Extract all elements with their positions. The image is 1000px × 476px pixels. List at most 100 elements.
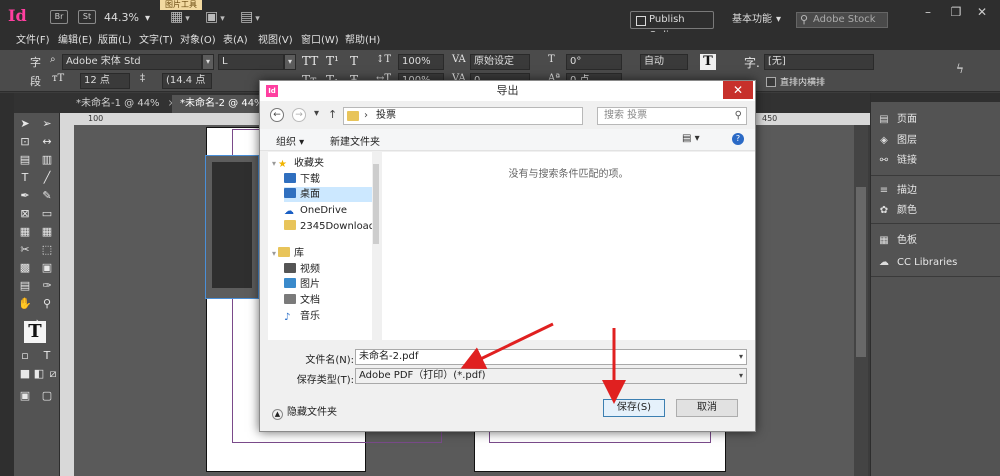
formatting-text-icon[interactable]: T [40, 349, 54, 363]
table-tool-icon[interactable]: ▦ [18, 225, 32, 239]
vertical-scale-field[interactable]: 100% [398, 54, 444, 70]
menu-file[interactable]: 文件(F) [16, 32, 50, 50]
tree-item-downloads[interactable]: 下载 [284, 172, 376, 187]
font-family-dropdown[interactable]: ▾ [202, 54, 214, 70]
kerning-field[interactable]: 原始设定 [470, 54, 530, 70]
note-tool-icon[interactable]: ▤ [18, 279, 32, 293]
help-icon[interactable]: ? [732, 133, 744, 145]
canvas-scrollbar[interactable] [854, 125, 868, 476]
content-placer-icon[interactable]: ▥ [40, 153, 54, 167]
tree-item-videos[interactable]: 视频 [284, 262, 376, 277]
language-field[interactable]: 自动 [640, 54, 688, 70]
tree-item-onedrive[interactable]: ☁ OneDrive [284, 203, 376, 218]
close-window-icon[interactable]: ✕ [972, 4, 992, 20]
quick-apply-icon[interactable]: ϟ [956, 62, 964, 76]
save-button[interactable]: 保存(S) [603, 399, 665, 417]
forward-icon[interactable]: → [292, 108, 306, 122]
panel-links[interactable]: ⚯ 链接 [877, 152, 917, 170]
filetype-select[interactable]: Adobe PDF（打印）(*.pdf) ▾ [355, 368, 747, 384]
back-icon[interactable]: ← [270, 108, 284, 122]
content-collector-icon[interactable]: ▤ [18, 153, 32, 167]
dialog-search-input[interactable]: 搜索 投票 ⚲ [597, 107, 747, 125]
all-caps-icon[interactable]: TT [302, 54, 318, 68]
leading-field[interactable]: (14.4 点 [162, 73, 212, 89]
tab-untitled-1[interactable]: *未命名-1 @ 44%× [68, 95, 184, 113]
menu-help[interactable]: 帮助(H) [345, 32, 380, 50]
type-tool-icon[interactable]: T [18, 171, 32, 185]
path-separator-icon[interactable]: › [364, 108, 368, 124]
panel-cc-libraries[interactable]: ☁ CC Libraries [877, 254, 957, 272]
preview-mode-icon[interactable]: ▢ [40, 389, 54, 403]
filename-input[interactable]: 未命名-2.pdf ▾ [355, 349, 747, 365]
stock-button[interactable]: St [78, 10, 96, 24]
direct-selection-tool-icon[interactable]: ➢ [40, 117, 54, 131]
workspace-switcher[interactable]: 基本功能 [732, 12, 788, 28]
expand-icon[interactable]: ▾ [272, 249, 276, 258]
menu-window[interactable]: 窗口(W) [301, 32, 339, 50]
eyedropper-tool-icon[interactable]: ✑ [40, 279, 54, 293]
menu-edit[interactable]: 编辑(E) [58, 32, 92, 50]
fill-stroke-swatch-icon[interactable]: T [24, 321, 46, 343]
font-style-dropdown[interactable]: ▾ [284, 54, 296, 70]
tree-scrollbar[interactable] [372, 152, 380, 340]
dialog-titlebar[interactable]: Id 导出 ✕ [260, 81, 755, 101]
chevron-down-icon[interactable]: ▾ [739, 369, 743, 383]
organize-button[interactable]: 组织 ▾ [276, 133, 304, 148]
tree-item-documents[interactable]: 文档 [284, 293, 376, 308]
hide-folders-toggle[interactable]: ▲ 隐藏文件夹 [272, 403, 337, 420]
gradient-swatch-tool-icon[interactable]: ▩ [18, 261, 32, 275]
grid-tool-icon[interactable]: ▦ [40, 225, 54, 239]
stock-search-input[interactable]: Adobe Stock [796, 12, 888, 28]
chevron-down-icon[interactable]: ▾ [739, 350, 743, 364]
expand-icon[interactable]: ▾ [272, 159, 276, 168]
page-tool-icon[interactable]: ⊡ [18, 135, 32, 149]
rectangle-tool-icon[interactable]: ▭ [40, 207, 54, 221]
font-style-field[interactable]: L [218, 54, 284, 70]
line-tool-icon[interactable]: ╱ [40, 171, 54, 185]
superscript-icon[interactable]: T¹ [326, 54, 339, 68]
tree-item-favorites[interactable]: ▾ ★ 收藏夹 [272, 156, 376, 171]
placed-image-frame[interactable] [205, 155, 259, 299]
skew-field[interactable]: 0° [566, 54, 622, 70]
tree-item-pictures[interactable]: 图片 [284, 277, 376, 292]
rectangle-frame-tool-icon[interactable]: ⊠ [18, 207, 32, 221]
menu-table[interactable]: 表(A) [223, 32, 248, 50]
gap-tool-icon[interactable]: ↔ [40, 135, 54, 149]
recent-locations-icon[interactable]: ▾ [314, 108, 319, 119]
panel-color[interactable]: ✿ 颜色 [877, 202, 917, 220]
character-style-field[interactable]: [无] [764, 54, 874, 70]
selection-tool-icon[interactable]: ➤ [18, 117, 32, 131]
scroll-thumb[interactable] [856, 187, 866, 357]
character-mode-label[interactable]: 字 [30, 54, 41, 70]
menu-object[interactable]: 对象(O) [180, 32, 216, 50]
address-bar[interactable]: › 投票 ▾ ↻ [343, 107, 665, 125]
up-folder-icon[interactable]: ↑ [328, 108, 337, 121]
free-transform-tool-icon[interactable]: ⬚ [40, 243, 54, 257]
zoom-tool-icon[interactable]: ⚲ [40, 297, 54, 311]
font-family-field[interactable]: Adobe 宋体 Std [62, 54, 202, 70]
gradient-feather-tool-icon[interactable]: ▣ [40, 261, 54, 275]
tree-item-2345downloads[interactable]: 2345Downloads [284, 219, 376, 234]
font-size-field[interactable]: 12 点 [80, 73, 130, 89]
pencil-tool-icon[interactable]: ✎ [40, 189, 54, 203]
zoom-level[interactable]: 44.3% [104, 9, 158, 27]
normal-mode-icon[interactable]: ▣ [18, 389, 32, 403]
new-folder-button[interactable]: 新建文件夹 [330, 133, 380, 148]
paragraph-mode-label[interactable]: 段 [30, 73, 41, 89]
formatting-container-icon[interactable]: ▫ [18, 349, 32, 363]
view-mode-icon[interactable]: ▤ ▾ [682, 133, 700, 144]
menu-type[interactable]: 文字(T) [139, 32, 173, 50]
dialog-close-button[interactable]: ✕ [723, 81, 753, 99]
view-options-icon[interactable]: ▦ [170, 9, 194, 27]
menu-view[interactable]: 视图(V) [258, 32, 293, 50]
underline-icon[interactable]: T [350, 54, 358, 68]
fill-text-swatch[interactable]: T [700, 54, 716, 70]
vertical-in-horizontal-checkbox[interactable] [766, 77, 776, 87]
panel-swatches[interactable]: ▦ 色板 [877, 232, 917, 250]
apply-none-icon[interactable]: ⧄ [46, 367, 60, 381]
cancel-button[interactable]: 取消 [676, 399, 738, 417]
tree-item-music[interactable]: ♪ 音乐 [284, 309, 376, 324]
publish-online-button[interactable]: Publish Online [630, 11, 714, 41]
bridge-button[interactable]: Br [50, 10, 68, 24]
tree-item-libraries[interactable]: ▾ 库 [272, 246, 376, 261]
